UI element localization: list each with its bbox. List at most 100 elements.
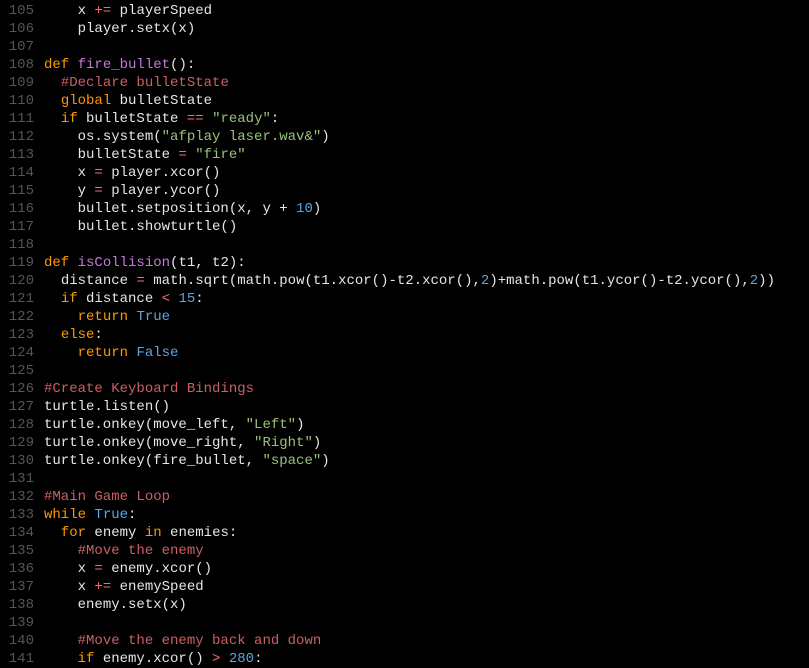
line-number: 119 xyxy=(0,254,34,272)
line-number: 135 xyxy=(0,542,34,560)
token-def: fire_bullet xyxy=(78,57,170,73)
code-line[interactable] xyxy=(44,38,809,56)
code-line[interactable]: if enemy.xcor() > 280: xyxy=(44,650,809,668)
token-id: enemy.xcor() xyxy=(103,561,212,577)
code-line[interactable]: if distance < 15: xyxy=(44,290,809,308)
code-line[interactable]: enemy.setx(x) xyxy=(44,596,809,614)
token-str: "afplay laser.wav&" xyxy=(162,129,322,145)
code-line[interactable]: bullet.setposition(x, y + 10) xyxy=(44,200,809,218)
line-number: 127 xyxy=(0,398,34,416)
token-id: bulletState xyxy=(111,93,212,109)
token-id: : xyxy=(128,507,136,523)
code-line[interactable]: #Declare bulletState xyxy=(44,74,809,92)
token-cm: #Move the enemy xyxy=(78,543,204,559)
code-line[interactable]: turtle.onkey(move_left, "Left") xyxy=(44,416,809,434)
code-line[interactable]: x = player.xcor() xyxy=(44,164,809,182)
token-op: = xyxy=(94,183,102,199)
token-kw: global xyxy=(61,93,111,109)
line-number: 130 xyxy=(0,452,34,470)
token-id: ) xyxy=(296,417,304,433)
token-id: )+math.pow(t1.ycor()-t2.ycor(), xyxy=(489,273,749,289)
line-number: 122 xyxy=(0,308,34,326)
token-op: = xyxy=(94,165,102,181)
token-id: turtle.listen() xyxy=(44,399,170,415)
line-number: 129 xyxy=(0,434,34,452)
code-line[interactable]: turtle.listen() xyxy=(44,398,809,416)
token-kw: else xyxy=(61,327,95,343)
line-number: 133 xyxy=(0,506,34,524)
token-id: enemy.setx(x) xyxy=(78,597,187,613)
line-number: 109 xyxy=(0,74,34,92)
line-number: 107 xyxy=(0,38,34,56)
token-bool: False xyxy=(136,345,178,361)
code-editor-content[interactable]: x += playerSpeed player.setx(x) def fire… xyxy=(44,0,809,660)
code-line[interactable]: turtle.onkey(move_right, "Right") xyxy=(44,434,809,452)
token-cm: #Declare bulletState xyxy=(61,75,229,91)
code-line[interactable]: #Create Keyboard Bindings xyxy=(44,380,809,398)
code-line[interactable]: distance = math.sqrt(math.pow(t1.xcor()-… xyxy=(44,272,809,290)
code-line[interactable]: turtle.onkey(fire_bullet, "space") xyxy=(44,452,809,470)
token-op: = xyxy=(178,147,186,163)
token-bool: True xyxy=(136,309,170,325)
token-kw: if xyxy=(78,651,95,667)
code-line[interactable]: x += enemySpeed xyxy=(44,578,809,596)
code-line[interactable]: def isCollision(t1, t2): xyxy=(44,254,809,272)
line-number: 114 xyxy=(0,164,34,182)
token-id: ) xyxy=(321,129,329,145)
token-id: distance xyxy=(61,273,137,289)
line-number: 110 xyxy=(0,92,34,110)
line-number: 120 xyxy=(0,272,34,290)
code-line[interactable]: #Move the enemy back and down xyxy=(44,632,809,650)
code-line[interactable]: return False xyxy=(44,344,809,362)
token-id: player.ycor() xyxy=(103,183,221,199)
code-line[interactable]: bulletState = "fire" xyxy=(44,146,809,164)
token-cm: #Create Keyboard Bindings xyxy=(44,381,254,397)
line-number: 117 xyxy=(0,218,34,236)
line-number: 126 xyxy=(0,380,34,398)
token-id: )) xyxy=(758,273,775,289)
code-line[interactable]: bullet.showturtle() xyxy=(44,218,809,236)
token-id xyxy=(220,651,228,667)
token-id: ) xyxy=(313,201,321,217)
token-op: < xyxy=(162,291,170,307)
token-op: == xyxy=(187,111,204,127)
code-line[interactable]: while True: xyxy=(44,506,809,524)
token-str: "Right" xyxy=(254,435,313,451)
code-line[interactable]: y = player.ycor() xyxy=(44,182,809,200)
line-number: 138 xyxy=(0,596,34,614)
code-line[interactable]: #Move the enemy xyxy=(44,542,809,560)
token-kw: def xyxy=(44,255,69,271)
code-line[interactable]: if bulletState == "ready": xyxy=(44,110,809,128)
code-line[interactable]: x = enemy.xcor() xyxy=(44,560,809,578)
code-line[interactable] xyxy=(44,362,809,380)
token-id: bullet.showturtle() xyxy=(78,219,238,235)
code-line[interactable]: x += playerSpeed xyxy=(44,2,809,20)
token-num: 10 xyxy=(296,201,313,217)
token-kw: def xyxy=(44,57,69,73)
line-number: 124 xyxy=(0,344,34,362)
token-id: turtle.onkey(fire_bullet, xyxy=(44,453,262,469)
line-number: 123 xyxy=(0,326,34,344)
code-line[interactable]: else: xyxy=(44,326,809,344)
line-number: 140 xyxy=(0,632,34,650)
line-number: 108 xyxy=(0,56,34,74)
line-number: 112 xyxy=(0,128,34,146)
line-number: 131 xyxy=(0,470,34,488)
token-id: enemySpeed xyxy=(111,579,203,595)
token-id xyxy=(69,255,77,271)
code-line[interactable]: player.setx(x) xyxy=(44,20,809,38)
code-line[interactable] xyxy=(44,614,809,632)
token-id: (): xyxy=(170,57,195,73)
line-number: 118 xyxy=(0,236,34,254)
code-line[interactable]: for enemy in enemies: xyxy=(44,524,809,542)
token-kw: if xyxy=(61,111,78,127)
code-line[interactable]: #Main Game Loop xyxy=(44,488,809,506)
code-line[interactable] xyxy=(44,236,809,254)
code-line[interactable]: global bulletState xyxy=(44,92,809,110)
code-line[interactable]: os.system("afplay laser.wav&") xyxy=(44,128,809,146)
code-line[interactable]: def fire_bullet(): xyxy=(44,56,809,74)
code-line[interactable]: return True xyxy=(44,308,809,326)
code-line[interactable] xyxy=(44,470,809,488)
token-num: 15 xyxy=(178,291,195,307)
token-id: math.sqrt(math.pow(t1.xcor()-t2.xcor(), xyxy=(145,273,481,289)
